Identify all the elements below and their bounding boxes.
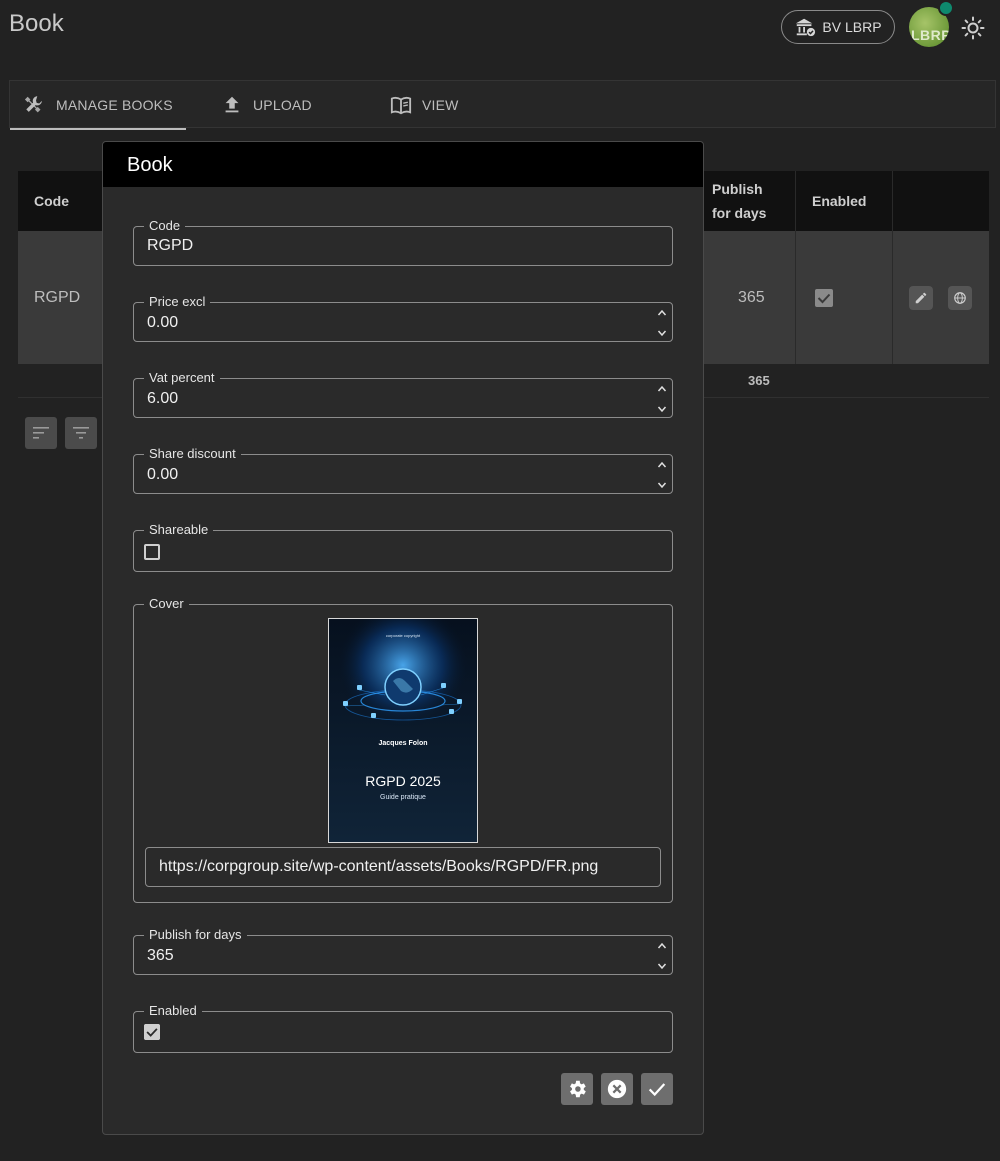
gear-icon	[570, 1080, 586, 1098]
share-discount-input[interactable]: 0.00	[147, 466, 178, 484]
tab-view[interactable]: VIEW	[390, 81, 459, 129]
tab-upload[interactable]: UPLOAD	[221, 81, 312, 129]
column-divider	[892, 171, 893, 364]
cell-publish-days: 365	[738, 288, 765, 306]
shareable-checkbox[interactable]	[144, 544, 160, 560]
close-circle-icon	[607, 1079, 627, 1099]
tab-label: UPLOAD	[253, 97, 312, 113]
field-label: Price excl	[144, 294, 211, 310]
online-status-dot	[938, 0, 954, 16]
settings-button[interactable]	[561, 1073, 593, 1105]
cell-code: RGPD	[34, 288, 81, 306]
filter-icon	[73, 427, 89, 439]
pencil-icon	[915, 292, 927, 304]
price-field[interactable]: Price excl 0.00	[133, 294, 673, 342]
enabled-checkbox[interactable]	[144, 1024, 160, 1040]
upload-icon	[225, 96, 239, 113]
field-label: Publish for days	[144, 927, 247, 943]
cover-top-text: corporate copyright	[385, 633, 421, 638]
number-spinner-icon[interactable]	[656, 938, 668, 974]
cover-artwork	[329, 619, 477, 842]
book-dialog: Book Code RGPD Price excl 0.00 Vat perce…	[102, 141, 704, 1135]
publish-days-field[interactable]: Publish for days 365	[133, 927, 673, 975]
code-input[interactable]: RGPD	[147, 237, 193, 255]
organization-chip[interactable]: BV LBRP	[781, 10, 895, 44]
publish-web-button[interactable]	[948, 286, 972, 310]
tab-label: VIEW	[422, 97, 459, 113]
sort-button[interactable]	[25, 417, 57, 449]
publish-days-input[interactable]: 365	[147, 947, 174, 965]
cover-title: RGPD 2025	[365, 773, 441, 789]
edit-button[interactable]	[909, 286, 933, 310]
organization-label: BV LBRP	[822, 19, 882, 35]
shareable-field: Shareable	[133, 522, 673, 572]
cover-subtitle: Guide pratique	[380, 794, 426, 801]
field-label: Enabled	[144, 1003, 202, 1019]
tools-icon	[24, 96, 42, 113]
cover-url-input[interactable]: https://corpgroup.site/wp-content/assets…	[145, 847, 661, 887]
vat-input[interactable]: 6.00	[147, 390, 178, 408]
number-spinner-icon[interactable]	[656, 457, 668, 493]
avatar-text: LBRP	[911, 27, 949, 43]
cancel-button[interactable]	[601, 1073, 633, 1105]
field-label: Shareable	[144, 522, 214, 538]
app-title: Book	[9, 10, 64, 37]
field-label: Vat percent	[144, 370, 220, 386]
tab-manage-books[interactable]: MANAGE BOOKS	[10, 81, 186, 130]
checkbox-checked-icon	[815, 288, 833, 307]
globe-icon	[954, 292, 966, 304]
dialog-title: Book	[127, 154, 173, 176]
field-label: Share discount	[144, 446, 241, 462]
book-open-icon	[390, 96, 412, 115]
sort-icon	[33, 427, 49, 439]
number-spinner-icon[interactable]	[656, 305, 668, 341]
enabled-field: Enabled	[133, 1003, 673, 1053]
number-spinner-icon[interactable]	[656, 381, 668, 417]
field-label: Code	[144, 218, 186, 234]
header-line: Publish	[712, 181, 763, 197]
footer-total: 365	[748, 373, 770, 388]
column-header-enabled[interactable]: Enabled	[812, 171, 866, 231]
field-label: Cover	[144, 596, 189, 612]
price-input[interactable]: 0.00	[147, 314, 178, 332]
vat-field[interactable]: Vat percent 6.00	[133, 370, 673, 418]
share-discount-field[interactable]: Share discount 0.00	[133, 446, 673, 494]
cover-image[interactable]: corporate copyright Jacques Folon RGPD 2…	[328, 618, 478, 843]
dialog-header: Book	[103, 142, 703, 187]
code-field[interactable]: Code RGPD	[133, 218, 673, 266]
column-divider	[795, 171, 796, 364]
tab-label: MANAGE BOOKS	[56, 97, 173, 113]
column-header-publish-days[interactable]: Publish for days	[712, 171, 766, 231]
tabs-bar: MANAGE BOOKS UPLOAD VIEW	[9, 80, 996, 130]
brightness-icon[interactable]	[961, 16, 985, 40]
bank-verified-icon	[796, 18, 816, 37]
save-button[interactable]	[641, 1073, 673, 1105]
cover-author: Jacques Folon	[378, 740, 428, 747]
filter-button[interactable]	[65, 417, 97, 449]
cell-enabled	[815, 231, 833, 364]
header-line: for days	[712, 205, 767, 221]
column-header-code[interactable]: Code	[34, 171, 69, 231]
check-icon	[648, 1083, 666, 1097]
